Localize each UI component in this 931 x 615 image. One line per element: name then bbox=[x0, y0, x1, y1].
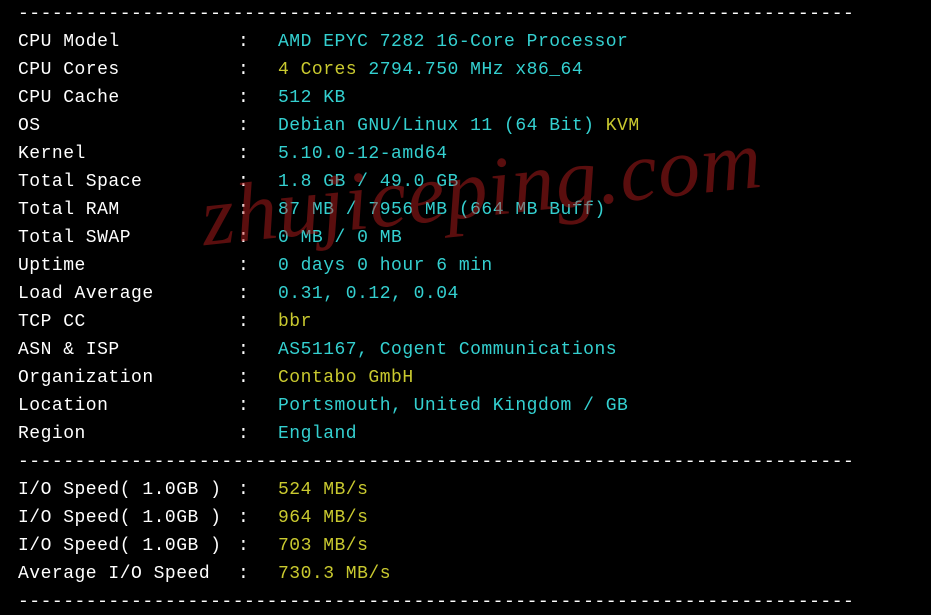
system-label: CPU Cache bbox=[18, 84, 238, 112]
system-label: Total Space bbox=[18, 168, 238, 196]
colon-separator: : bbox=[238, 252, 278, 280]
system-row: ASN & ISP: AS51167, Cogent Communication… bbox=[18, 336, 913, 364]
system-row: OS: Debian GNU/Linux 11 (64 Bit) KVM bbox=[18, 112, 913, 140]
io-row: Average I/O Speed: 730.3 MB/s bbox=[18, 560, 913, 588]
system-value: 87 MB / 7956 MB (664 MB Buff) bbox=[278, 200, 606, 220]
system-value: 2794.750 MHz x86_64 bbox=[357, 60, 583, 80]
colon-separator: : bbox=[238, 532, 278, 560]
system-value: Portsmouth, United Kingdom / GB bbox=[278, 396, 628, 416]
divider-mid: ----------------------------------------… bbox=[18, 448, 913, 476]
io-row: I/O Speed( 1.0GB ): 964 MB/s bbox=[18, 504, 913, 532]
system-label: TCP CC bbox=[18, 308, 238, 336]
io-value: 964 MB/s bbox=[278, 508, 368, 528]
colon-separator: : bbox=[238, 504, 278, 532]
io-speed-block: I/O Speed( 1.0GB ): 524 MB/sI/O Speed( 1… bbox=[18, 476, 913, 588]
system-value: 0 MB / 0 MB bbox=[278, 228, 402, 248]
colon-separator: : bbox=[238, 196, 278, 224]
system-value: England bbox=[278, 424, 357, 444]
io-row: I/O Speed( 1.0GB ): 703 MB/s bbox=[18, 532, 913, 560]
io-row: I/O Speed( 1.0GB ): 524 MB/s bbox=[18, 476, 913, 504]
divider-top: ----------------------------------------… bbox=[18, 0, 913, 28]
system-row: Total Space: 1.8 GB / 49.0 GB bbox=[18, 168, 913, 196]
system-value: 5.10.0-12-amd64 bbox=[278, 144, 448, 164]
io-label: Average I/O Speed bbox=[18, 560, 238, 588]
system-label: Kernel bbox=[18, 140, 238, 168]
system-row: Total RAM: 87 MB / 7956 MB (664 MB Buff) bbox=[18, 196, 913, 224]
io-value: 703 MB/s bbox=[278, 536, 368, 556]
system-label: Organization bbox=[18, 364, 238, 392]
system-value: 0.31, 0.12, 0.04 bbox=[278, 284, 459, 304]
colon-separator: : bbox=[238, 364, 278, 392]
colon-separator: : bbox=[238, 336, 278, 364]
colon-separator: : bbox=[238, 56, 278, 84]
io-label: I/O Speed( 1.0GB ) bbox=[18, 504, 238, 532]
system-row: Kernel: 5.10.0-12-amd64 bbox=[18, 140, 913, 168]
system-label: ASN & ISP bbox=[18, 336, 238, 364]
system-row: Region: England bbox=[18, 420, 913, 448]
colon-separator: : bbox=[238, 84, 278, 112]
system-value: AMD EPYC 7282 16-Core Processor bbox=[278, 32, 628, 52]
io-value: 730.3 MB/s bbox=[278, 564, 391, 584]
io-label: I/O Speed( 1.0GB ) bbox=[18, 476, 238, 504]
system-value: 4 Cores bbox=[278, 60, 357, 80]
colon-separator: : bbox=[238, 560, 278, 588]
colon-separator: : bbox=[238, 280, 278, 308]
colon-separator: : bbox=[238, 28, 278, 56]
colon-separator: : bbox=[238, 112, 278, 140]
io-label: I/O Speed( 1.0GB ) bbox=[18, 532, 238, 560]
system-row: CPU Cores: 4 Cores 2794.750 MHz x86_64 bbox=[18, 56, 913, 84]
system-label: Total SWAP bbox=[18, 224, 238, 252]
system-value: 512 KB bbox=[278, 88, 346, 108]
colon-separator: : bbox=[238, 168, 278, 196]
system-row: CPU Model: AMD EPYC 7282 16-Core Process… bbox=[18, 28, 913, 56]
system-row: Total SWAP: 0 MB / 0 MB bbox=[18, 224, 913, 252]
system-label: Region bbox=[18, 420, 238, 448]
io-value: 524 MB/s bbox=[278, 480, 368, 500]
colon-separator: : bbox=[238, 140, 278, 168]
system-row: Location: Portsmouth, United Kingdom / G… bbox=[18, 392, 913, 420]
system-value: AS51167, Cogent Communications bbox=[278, 340, 617, 360]
system-row: Organization: Contabo GmbH bbox=[18, 364, 913, 392]
terminal-window: zhujiceping.com ------------------------… bbox=[0, 0, 931, 615]
colon-separator: : bbox=[238, 308, 278, 336]
system-label: CPU Cores bbox=[18, 56, 238, 84]
system-label: Load Average bbox=[18, 280, 238, 308]
system-info-block: CPU Model: AMD EPYC 7282 16-Core Process… bbox=[18, 28, 913, 448]
system-row: TCP CC: bbr bbox=[18, 308, 913, 336]
system-value: 0 days 0 hour 6 min bbox=[278, 256, 493, 276]
system-value: 1.8 GB / 49.0 GB bbox=[278, 172, 459, 192]
system-label: CPU Model bbox=[18, 28, 238, 56]
colon-separator: : bbox=[238, 420, 278, 448]
colon-separator: : bbox=[238, 224, 278, 252]
system-value: Contabo GmbH bbox=[278, 368, 414, 388]
system-value: KVM bbox=[594, 116, 639, 136]
colon-separator: : bbox=[238, 392, 278, 420]
system-row: Load Average: 0.31, 0.12, 0.04 bbox=[18, 280, 913, 308]
system-row: CPU Cache: 512 KB bbox=[18, 84, 913, 112]
divider-bottom: ----------------------------------------… bbox=[18, 588, 913, 615]
system-label: Total RAM bbox=[18, 196, 238, 224]
system-value: bbr bbox=[278, 312, 312, 332]
system-row: Uptime: 0 days 0 hour 6 min bbox=[18, 252, 913, 280]
system-label: Uptime bbox=[18, 252, 238, 280]
system-value: Debian GNU/Linux 11 (64 Bit) bbox=[278, 116, 594, 136]
system-label: OS bbox=[18, 112, 238, 140]
system-label: Location bbox=[18, 392, 238, 420]
colon-separator: : bbox=[238, 476, 278, 504]
